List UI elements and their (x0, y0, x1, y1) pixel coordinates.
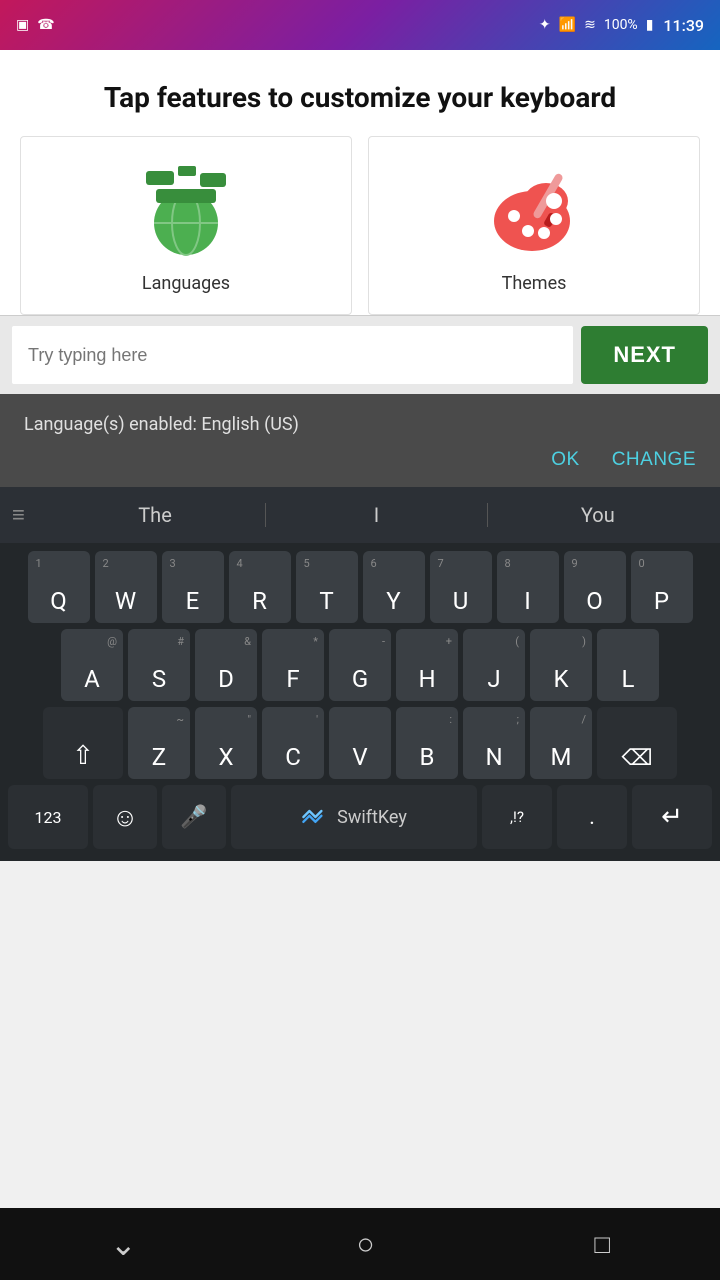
language-actions: OK CHANGE (24, 449, 696, 471)
key-g[interactable]: -G (329, 629, 391, 701)
wifi-icon: ≋ (584, 17, 596, 33)
keys-area: 1Q 2W 3E 4R 5T 6Y 7U 8I 9O 0P @A #S &D *… (0, 543, 720, 861)
key-k[interactable]: )K (530, 629, 592, 701)
shift-key[interactable]: ⇧ (43, 707, 123, 779)
themes-icon (484, 161, 584, 261)
emoji-key[interactable]: ☺ (93, 785, 157, 849)
key-h[interactable]: +H (396, 629, 458, 701)
signal-icon: 📶 (559, 17, 576, 33)
key-w[interactable]: 2W (95, 551, 157, 623)
suggestion-the[interactable]: The (45, 503, 265, 527)
feature-cards: Languages Themes (0, 136, 720, 315)
input-row: NEXT (0, 315, 720, 394)
language-banner: Language(s) enabled: English (US) OK CHA… (0, 394, 720, 487)
key-f[interactable]: *F (262, 629, 324, 701)
num-switch-key[interactable]: 123 (8, 785, 88, 849)
themes-card-label: Themes (502, 273, 567, 294)
status-bar: ▣ ☎ ✦ 📶 ≋ 100% ▮ 11:39 (0, 0, 720, 50)
mic-key[interactable]: 🎤 (162, 785, 226, 849)
app-icon-2: ☎ (37, 17, 54, 33)
key-row-1: 1Q 2W 3E 4R 5T 6Y 7U 8I 9O 0P (4, 551, 716, 623)
page-title: Tap features to customize your keyboard (40, 80, 680, 116)
languages-icon (136, 161, 236, 261)
key-t[interactable]: 5T (296, 551, 358, 623)
key-row-3: ⇧ ~Z "X 'C V :B ;N /M ⌫ (4, 707, 716, 779)
key-x[interactable]: "X (195, 707, 257, 779)
key-row-2: @A #S &D *F -G +H (J )K L (4, 629, 716, 701)
period-key[interactable]: . (557, 785, 627, 849)
key-b[interactable]: :B (396, 707, 458, 779)
battery-full-icon: ▮ (646, 17, 654, 33)
enter-key[interactable]: ↵ (632, 785, 712, 849)
key-a[interactable]: @A (61, 629, 123, 701)
languages-card-label: Languages (142, 273, 230, 294)
suggestion-you[interactable]: You (488, 503, 708, 527)
key-i[interactable]: 8I (497, 551, 559, 623)
app-icon-1: ▣ (16, 17, 29, 33)
key-p[interactable]: 0P (631, 551, 693, 623)
language-text: Language(s) enabled: English (US) (24, 414, 696, 435)
keyboard-area: ≡ The I You 1Q 2W 3E 4R 5T 6Y 7U 8I 9O 0… (0, 487, 720, 861)
nav-bar: ⌄ ○ □ (0, 1208, 720, 1280)
next-button[interactable]: NEXT (581, 326, 708, 384)
back-button[interactable]: ⌄ (110, 1225, 137, 1263)
bluetooth-icon: ✦ (539, 17, 551, 33)
key-c[interactable]: 'C (262, 707, 324, 779)
key-l[interactable]: L (597, 629, 659, 701)
key-o[interactable]: 9O (564, 551, 626, 623)
swiftkey-logo: SwiftKey (301, 807, 407, 828)
change-button[interactable]: CHANGE (612, 449, 696, 471)
recents-button[interactable]: □ (594, 1229, 610, 1260)
key-y[interactable]: 6Y (363, 551, 425, 623)
home-button[interactable]: ○ (356, 1227, 374, 1262)
key-e[interactable]: 3E (162, 551, 224, 623)
battery-icon: 100% (604, 17, 638, 33)
ok-button[interactable]: OK (551, 449, 579, 471)
key-q[interactable]: 1Q (28, 551, 90, 623)
punctuation-key[interactable]: ,!? (482, 785, 552, 849)
key-n[interactable]: ;N (463, 707, 525, 779)
suggestions-row: ≡ The I You (0, 487, 720, 543)
typing-input[interactable] (12, 326, 573, 384)
languages-card[interactable]: Languages (20, 136, 352, 315)
key-r[interactable]: 4R (229, 551, 291, 623)
key-j[interactable]: (J (463, 629, 525, 701)
bottom-key-row: 123 ☺ 🎤 SwiftKey ,!? . ↵ (4, 785, 716, 849)
title-area: Tap features to customize your keyboard (0, 50, 720, 136)
status-right-icons: ✦ 📶 ≋ 100% ▮ (539, 17, 653, 33)
key-u[interactable]: 7U (430, 551, 492, 623)
suggestion-i[interactable]: I (265, 503, 487, 527)
themes-card[interactable]: Themes (368, 136, 700, 315)
key-v[interactable]: V (329, 707, 391, 779)
key-d[interactable]: &D (195, 629, 257, 701)
status-left-icons: ▣ ☎ (16, 17, 55, 33)
backspace-key[interactable]: ⌫ (597, 707, 677, 779)
key-m[interactable]: /M (530, 707, 592, 779)
menu-icon[interactable]: ≡ (12, 502, 25, 528)
key-s[interactable]: #S (128, 629, 190, 701)
status-time: 11:39 (663, 16, 704, 35)
key-z[interactable]: ~Z (128, 707, 190, 779)
space-key[interactable]: SwiftKey (231, 785, 477, 849)
